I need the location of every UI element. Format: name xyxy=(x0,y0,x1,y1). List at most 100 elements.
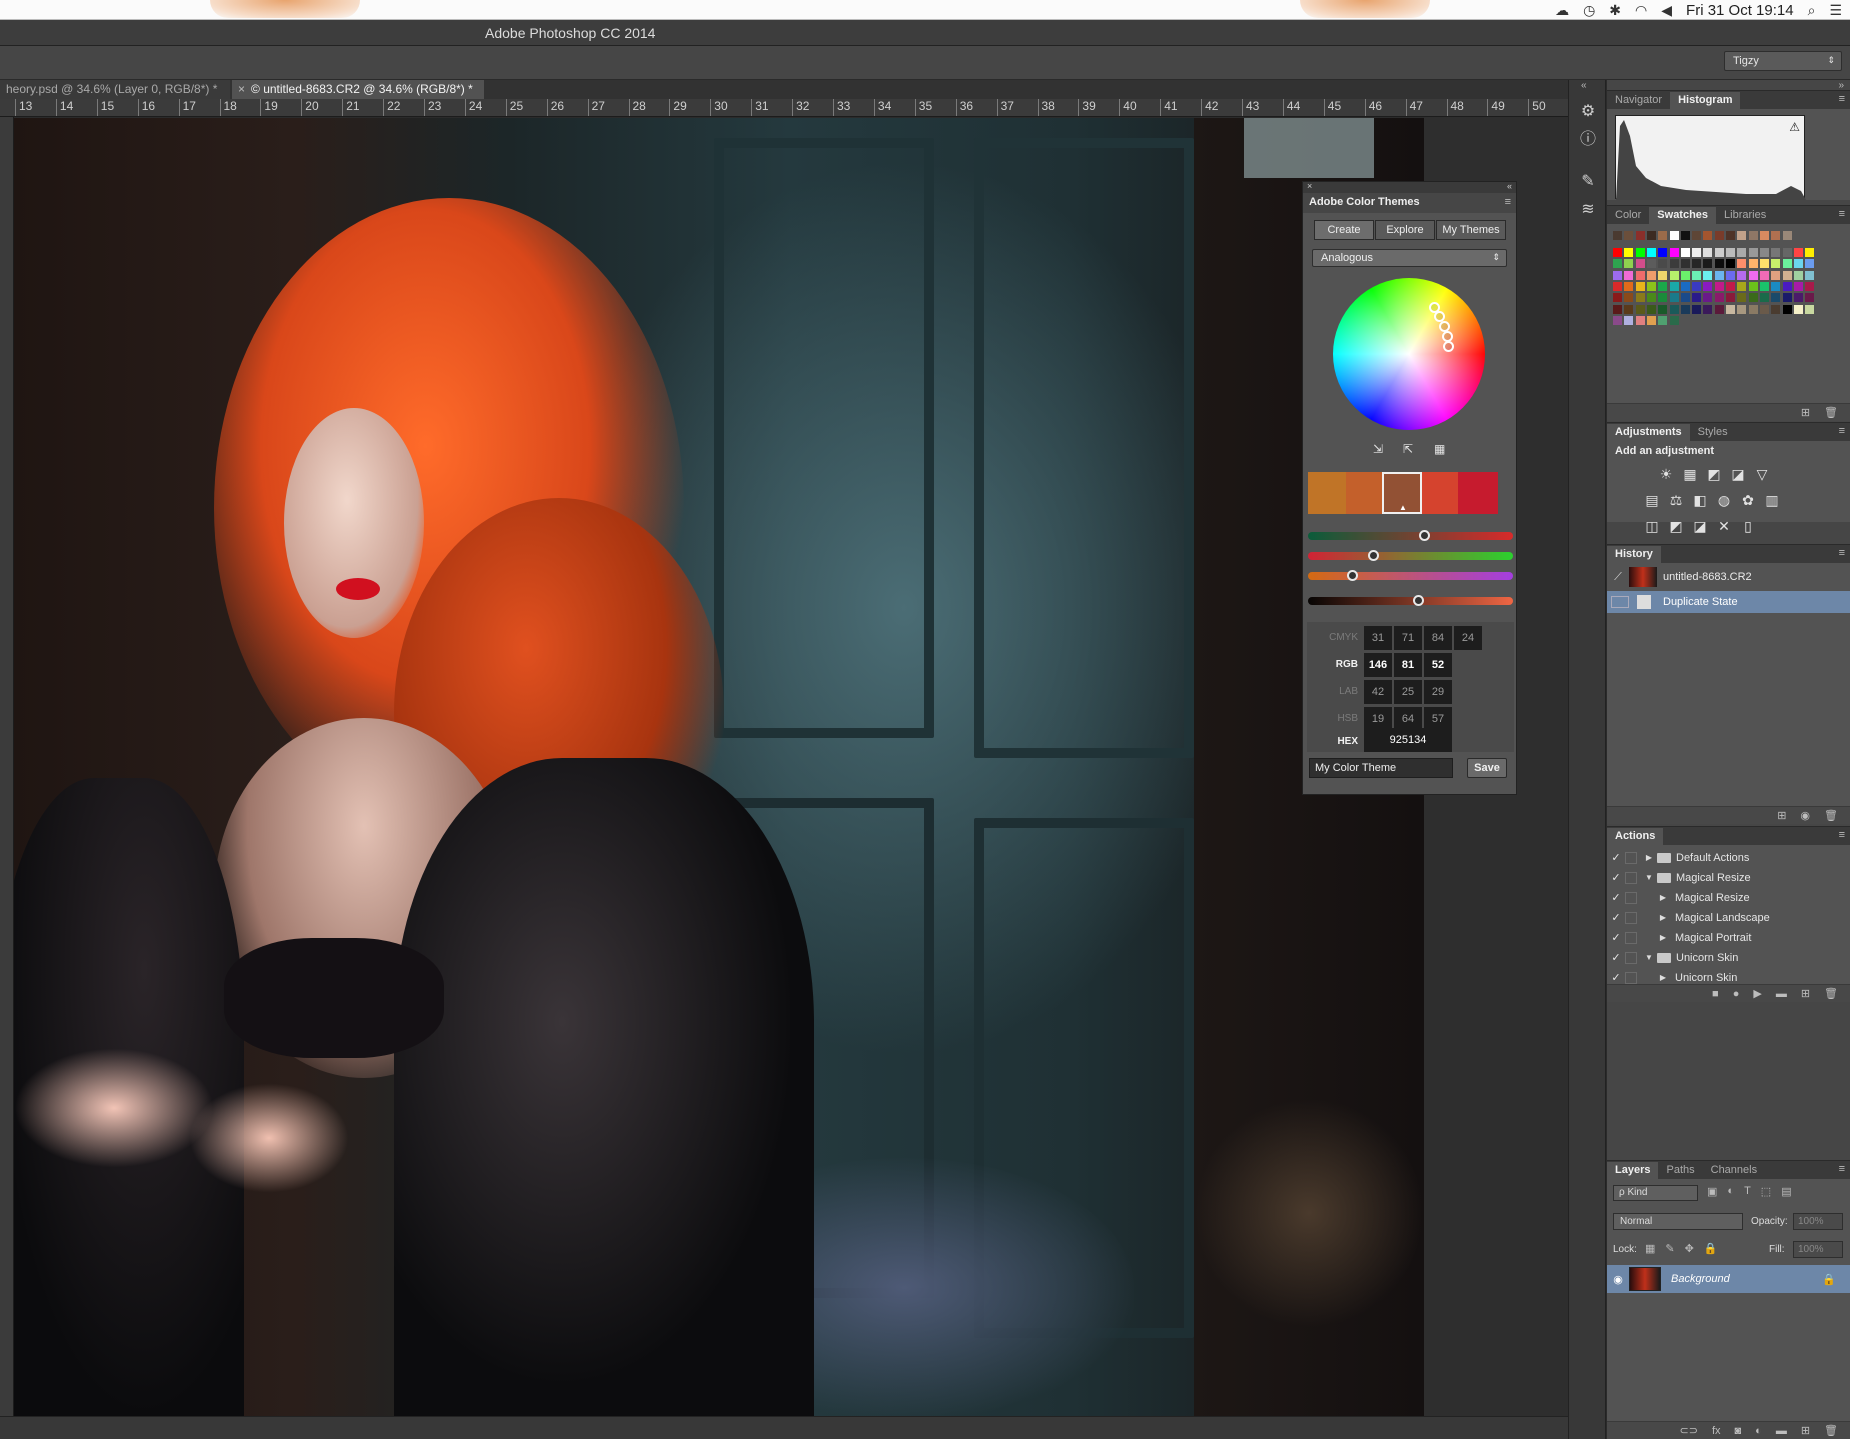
swatch[interactable] xyxy=(1782,304,1792,314)
swatch[interactable] xyxy=(1624,293,1634,303)
check-icon[interactable]: ✓ xyxy=(1607,891,1625,904)
recent-swatch[interactable] xyxy=(1692,231,1702,240)
tab-histogram[interactable]: Histogram xyxy=(1670,92,1741,109)
tab-channels[interactable]: Channels xyxy=(1703,1162,1765,1179)
history-snapshot[interactable]: ⟋ untitled-8683.CR2 xyxy=(1607,565,1850,589)
dialog-toggle[interactable] xyxy=(1625,871,1637,884)
color-value-cell[interactable]: 24 xyxy=(1454,626,1482,650)
swatch[interactable] xyxy=(1805,304,1815,314)
tab-swatches[interactable]: Swatches xyxy=(1649,207,1717,224)
chevron-right-icon[interactable]: ▶ xyxy=(1657,913,1669,922)
dialog-toggle[interactable] xyxy=(1625,851,1637,864)
tab-color[interactable]: Color xyxy=(1607,207,1649,224)
color-mode-label[interactable]: HSB xyxy=(1307,713,1362,724)
info-icon[interactable]: ⓘ xyxy=(1578,130,1598,150)
tab-adjustments[interactable]: Adjustments xyxy=(1607,424,1690,441)
recent-swatch[interactable] xyxy=(1613,231,1622,240)
swatch[interactable] xyxy=(1726,248,1735,257)
tab-my-themes[interactable]: My Themes xyxy=(1436,220,1506,240)
slider-knob[interactable] xyxy=(1347,570,1359,581)
recent-swatch[interactable] xyxy=(1635,231,1645,240)
dialog-toggle[interactable] xyxy=(1625,911,1637,924)
eye-icon[interactable]: ◉ xyxy=(1607,1273,1629,1286)
tab-layers[interactable]: Layers xyxy=(1607,1162,1659,1179)
swatch[interactable] xyxy=(1658,293,1668,303)
warning-icon[interactable]: ⚠ xyxy=(1789,120,1800,134)
swatch[interactable] xyxy=(1759,281,1769,291)
swatch[interactable] xyxy=(1624,281,1634,291)
swatch[interactable] xyxy=(1703,293,1713,303)
adjustment-icon[interactable]: ▤ xyxy=(1643,491,1661,509)
color-value-cell[interactable]: 29 xyxy=(1424,680,1452,704)
close-icon[interactable]: × xyxy=(238,82,245,96)
swatch[interactable] xyxy=(1646,248,1656,257)
swatch[interactable] xyxy=(1726,259,1735,269)
tab-paths[interactable]: Paths xyxy=(1658,1162,1702,1179)
swatch[interactable] xyxy=(1680,270,1690,280)
swatch[interactable] xyxy=(1782,248,1792,257)
swatch[interactable] xyxy=(1726,281,1735,291)
link-icon[interactable]: ⊂⊃ xyxy=(1680,1424,1698,1437)
time-machine-icon[interactable]: ◷ xyxy=(1583,2,1595,19)
type-filter-icon[interactable]: T xyxy=(1744,1185,1751,1198)
swatch[interactable] xyxy=(1805,270,1815,280)
swatch[interactable] xyxy=(1680,304,1690,314)
color-slider[interactable] xyxy=(1308,550,1513,561)
adjustment-icon[interactable]: ▦ xyxy=(1681,465,1699,483)
swatch[interactable] xyxy=(1737,281,1747,291)
chevron-down-icon[interactable]: ▼ xyxy=(1643,953,1655,962)
adjustment-icon[interactable]: ◩ xyxy=(1705,465,1723,483)
swatch[interactable] xyxy=(1759,293,1769,303)
swatch[interactable] xyxy=(1771,293,1781,303)
trash-icon[interactable]: 🗑 xyxy=(1824,1424,1838,1437)
adjustment-icon[interactable]: ✿ xyxy=(1739,491,1757,509)
wheel-handle[interactable] xyxy=(1443,341,1454,352)
color-value-cell[interactable]: 84 xyxy=(1424,626,1452,650)
swatch[interactable] xyxy=(1793,281,1803,291)
swatch[interactable] xyxy=(1658,259,1668,269)
swatch[interactable] xyxy=(1635,259,1645,269)
adjustment-icon[interactable]: ⚖ xyxy=(1667,491,1685,509)
adjustment-icon[interactable]: ◧ xyxy=(1691,491,1709,509)
folder-icon[interactable]: ▬ xyxy=(1776,988,1787,1000)
dialog-toggle[interactable] xyxy=(1625,971,1637,984)
swatch[interactable] xyxy=(1658,248,1668,257)
slider-knob[interactable] xyxy=(1367,550,1379,561)
swatch[interactable] xyxy=(1646,315,1656,325)
close-icon[interactable]: × xyxy=(1307,181,1312,191)
bluetooth-icon[interactable]: ✱ xyxy=(1609,2,1621,19)
swatch[interactable] xyxy=(1703,304,1713,314)
wifi-icon[interactable]: ◠ xyxy=(1635,2,1647,19)
clock[interactable]: Fri 31 Oct 19:14 xyxy=(1686,2,1794,19)
swatch[interactable] xyxy=(1737,259,1747,269)
swatch[interactable] xyxy=(1771,270,1781,280)
swatch[interactable] xyxy=(1692,259,1702,269)
folder-icon[interactable]: ▬ xyxy=(1776,1425,1787,1437)
swatch[interactable] xyxy=(1635,304,1645,314)
play-icon[interactable]: ▶ xyxy=(1753,987,1761,1000)
swatch[interactable] xyxy=(1669,304,1679,314)
swatch[interactable] xyxy=(1759,304,1769,314)
color-value-cell[interactable]: 52 xyxy=(1424,653,1452,677)
smart-object-filter-icon[interactable]: ▤ xyxy=(1781,1185,1791,1198)
check-icon[interactable]: ✓ xyxy=(1607,951,1625,964)
swatch[interactable] xyxy=(1680,248,1690,257)
color-slider[interactable] xyxy=(1308,570,1513,581)
swatch[interactable] xyxy=(1703,259,1713,269)
adjustment-icon[interactable]: ▯ xyxy=(1739,517,1757,535)
action-item[interactable]: ✓ ▼ Unicorn Skin xyxy=(1607,949,1827,966)
tab-history[interactable]: History xyxy=(1607,546,1661,563)
color-value-cell[interactable]: 31 xyxy=(1364,626,1392,650)
swatch[interactable] xyxy=(1669,259,1679,269)
swatch[interactable] xyxy=(1658,281,1668,291)
recent-swatch[interactable] xyxy=(1782,231,1792,240)
dialog-toggle[interactable] xyxy=(1625,891,1637,904)
swatch[interactable] xyxy=(1726,304,1735,314)
brush-icon[interactable]: ✎ xyxy=(1578,172,1598,192)
panel-menu-icon[interactable]: ≡ xyxy=(1839,829,1845,841)
tab-navigator[interactable]: Navigator xyxy=(1607,92,1670,109)
camera-icon[interactable]: ◉ xyxy=(1800,809,1810,822)
mask-icon[interactable]: ◙ xyxy=(1735,1425,1742,1437)
swatch[interactable] xyxy=(1737,293,1747,303)
action-item[interactable]: ✓ ▶ Magical Landscape xyxy=(1607,909,1827,926)
